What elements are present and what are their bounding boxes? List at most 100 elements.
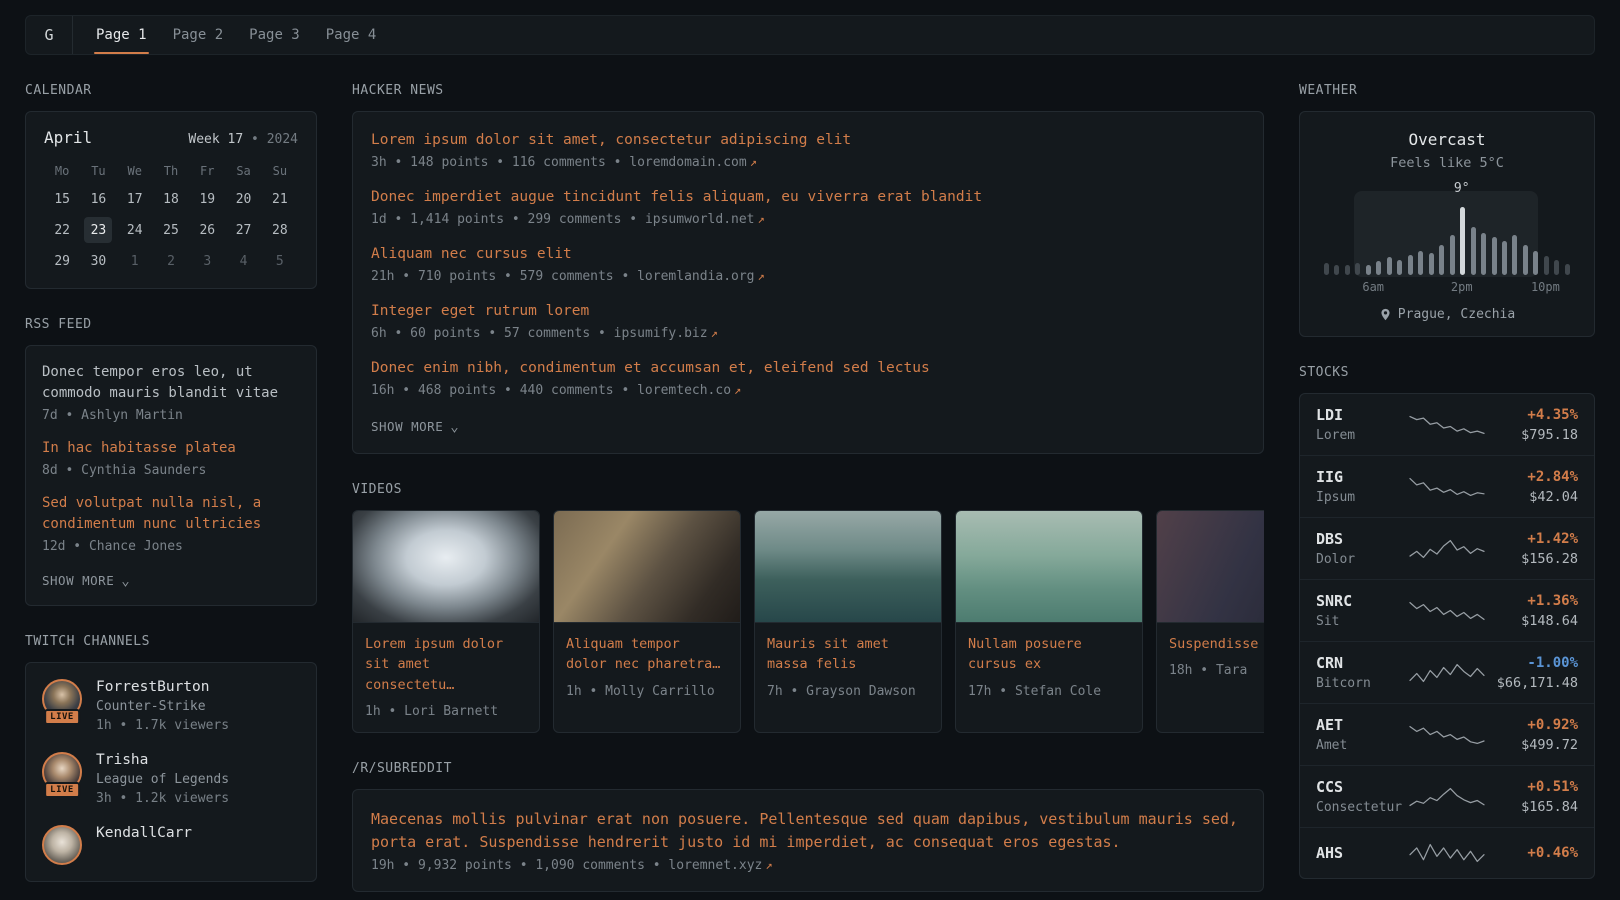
weather-bar bbox=[1502, 241, 1507, 275]
calendar-day[interactable]: 26 bbox=[193, 217, 221, 243]
calendar-separator: • bbox=[251, 132, 259, 147]
calendar-day[interactable]: 29 bbox=[48, 248, 76, 274]
hn-show-more-button[interactable]: SHOW MORE⌄ bbox=[371, 419, 459, 434]
weather-bar bbox=[1565, 264, 1570, 275]
dashboard-page: G Page 1 Page 2 Page 3 Page 4 CALENDAR A… bbox=[0, 0, 1620, 900]
calendar-day[interactable]: 15 bbox=[48, 186, 76, 212]
hn-item-source-link[interactable]: loremlandia.org bbox=[637, 269, 754, 284]
hn-item-title[interactable]: Donec imperdiet augue tincidunt felis al… bbox=[371, 187, 1245, 208]
stock-row[interactable]: AHS +0.46% bbox=[1300, 827, 1594, 878]
rss-item-title[interactable]: Donec tempor eros leo, ut commodo mauris… bbox=[42, 362, 300, 404]
video-card[interactable]: Mauris sit amet massa felis 7h • Grayson… bbox=[754, 510, 942, 733]
channel-name[interactable]: KendallCarr bbox=[96, 825, 192, 841]
page-tabs: Page 1 Page 2 Page 3 Page 4 bbox=[83, 16, 389, 54]
channel-name[interactable]: ForrestBurton bbox=[96, 679, 210, 695]
weather-time-axis: 6am 2pm 10pm bbox=[1324, 280, 1570, 296]
stock-symbol: AET bbox=[1316, 716, 1402, 734]
hn-item-title[interactable]: Integer eget rutrum lorem bbox=[371, 301, 1245, 322]
calendar-day[interactable]: 27 bbox=[230, 217, 258, 243]
chevron-down-icon: ⌄ bbox=[121, 578, 130, 584]
twitch-widget: TWITCH CHANNELS LIVE ForrestBurton Count… bbox=[25, 634, 317, 882]
calendar-day[interactable]: 2 bbox=[157, 248, 185, 274]
weather-bar bbox=[1460, 207, 1465, 275]
calendar-day[interactable]: 25 bbox=[157, 217, 185, 243]
video-card[interactable]: Nullam posuere cursus ex 17h • Stefan Co… bbox=[955, 510, 1143, 733]
calendar-widget: CALENDAR April Week 17 • 2024 MoTuWeThFr… bbox=[25, 83, 317, 289]
calendar-week: Week 17 bbox=[188, 132, 243, 147]
stock-name: Amet bbox=[1316, 738, 1402, 753]
calendar-day[interactable]: 18 bbox=[157, 186, 185, 212]
video-title[interactable]: Lorem ipsum dolor sit amet consectetu… bbox=[365, 636, 503, 693]
hn-item-source-link[interactable]: loremdomain.com bbox=[629, 155, 746, 170]
calendar-day[interactable]: 1 bbox=[121, 248, 149, 274]
channel-game: Counter-Strike bbox=[96, 699, 229, 714]
video-title[interactable]: Suspendisse diam bbox=[1169, 636, 1264, 652]
calendar-day[interactable]: 3 bbox=[193, 248, 221, 274]
stock-row[interactable]: CRN Bitcorn -1.00% $66,171.48 bbox=[1300, 641, 1594, 703]
hn-item-source-link[interactable]: ipsumworld.net bbox=[645, 212, 755, 227]
calendar-day[interactable]: 24 bbox=[121, 217, 149, 243]
calendar-day[interactable]: 30 bbox=[84, 248, 112, 274]
video-title[interactable]: Nullam posuere cursus ex bbox=[968, 636, 1082, 672]
hn-item-title[interactable]: Aliquam nec cursus elit bbox=[371, 244, 1245, 265]
top-navigation-bar: G Page 1 Page 2 Page 3 Page 4 bbox=[25, 15, 1595, 55]
stock-row[interactable]: CCS Consectetur +0.51% $165.84 bbox=[1300, 765, 1594, 827]
stock-change: +4.35% bbox=[1492, 407, 1578, 423]
tab-page-2[interactable]: Page 2 bbox=[160, 16, 237, 54]
subreddit-source-link[interactable]: loremnet.xyz bbox=[668, 858, 762, 873]
rss-item-title[interactable]: In hac habitasse platea bbox=[42, 438, 300, 459]
subreddit-widget: /R/SUBREDDIT Maecenas mollis pulvinar er… bbox=[352, 761, 1264, 893]
calendar-day[interactable]: 16 bbox=[84, 186, 112, 212]
stock-row[interactable]: SNRC Sit +1.36% $148.64 bbox=[1300, 579, 1594, 641]
calendar-day-header: Sa bbox=[230, 160, 258, 181]
calendar-day[interactable]: 21 bbox=[266, 186, 294, 212]
twitch-channel[interactable]: KendallCarr bbox=[42, 825, 300, 865]
hn-item-source-link[interactable]: ipsumify.biz bbox=[614, 326, 708, 341]
calendar-day[interactable]: 4 bbox=[230, 248, 258, 274]
stock-values: +2.84% $42.04 bbox=[1492, 469, 1578, 505]
widget-title-stocks: STOCKS bbox=[1299, 365, 1595, 380]
stock-symbol: AHS bbox=[1316, 844, 1402, 862]
tab-page-3[interactable]: Page 3 bbox=[236, 16, 313, 54]
time-label: 2pm bbox=[1451, 280, 1473, 294]
calendar-day[interactable]: 23 bbox=[84, 217, 112, 243]
video-card[interactable]: Lorem ipsum dolor sit amet consectetu… 1… bbox=[352, 510, 540, 733]
stock-row[interactable]: IIG Ipsum +2.84% $42.04 bbox=[1300, 455, 1594, 517]
stock-identity: LDI Lorem bbox=[1316, 406, 1402, 443]
hn-item-title[interactable]: Donec enim nibh, condimentum et accumsan… bbox=[371, 358, 1245, 379]
calendar-day-header: We bbox=[121, 160, 149, 181]
calendar-day[interactable]: 5 bbox=[266, 248, 294, 274]
video-title[interactable]: Mauris sit amet massa felis bbox=[767, 636, 889, 672]
weather-bar bbox=[1334, 265, 1339, 275]
calendar-day[interactable]: 19 bbox=[193, 186, 221, 212]
stocks-card: LDI Lorem +4.35% $795.18 IIG Ipsum bbox=[1299, 393, 1595, 879]
hn-item-source-link[interactable]: loremtech.co bbox=[637, 383, 731, 398]
stock-row[interactable]: DBS Dolor +1.42% $156.28 bbox=[1300, 517, 1594, 579]
widget-title-videos: VIDEOS bbox=[352, 482, 1264, 497]
tab-page-4[interactable]: Page 4 bbox=[313, 16, 390, 54]
twitch-channel[interactable]: LIVE Trisha League of Legends 3h • 1.2k … bbox=[42, 752, 300, 806]
video-card[interactable]: Suspendisse diam 18h • Tara bbox=[1156, 510, 1264, 733]
twitch-channel[interactable]: LIVE ForrestBurton Counter-Strike 1h • 1… bbox=[42, 679, 300, 733]
stock-sparkline bbox=[1410, 722, 1484, 748]
calendar-day[interactable]: 17 bbox=[121, 186, 149, 212]
calendar-day[interactable]: 22 bbox=[48, 217, 76, 243]
video-thumbnail bbox=[554, 511, 740, 623]
stock-row[interactable]: LDI Lorem +4.35% $795.18 bbox=[1300, 394, 1594, 455]
calendar-day[interactable]: 20 bbox=[230, 186, 258, 212]
calendar-day[interactable]: 28 bbox=[266, 217, 294, 243]
video-title[interactable]: Aliquam tempor dolor nec pharetra… bbox=[566, 636, 720, 672]
hn-item-title[interactable]: Lorem ipsum dolor sit amet, consectetur … bbox=[371, 130, 1245, 151]
rss-show-more-button[interactable]: SHOW MORE⌄ bbox=[42, 573, 130, 588]
subreddit-post-title[interactable]: Maecenas mollis pulvinar erat non posuer… bbox=[371, 808, 1245, 855]
rss-widget: RSS FEED Donec tempor eros leo, ut commo… bbox=[25, 317, 317, 606]
stock-identity: SNRC Sit bbox=[1316, 592, 1402, 629]
weather-bar bbox=[1512, 235, 1517, 275]
channel-name[interactable]: Trisha bbox=[96, 752, 148, 768]
video-card[interactable]: Aliquam tempor dolor nec pharetra… 1h • … bbox=[553, 510, 741, 733]
rss-item-title[interactable]: Sed volutpat nulla nisl, a condimentum n… bbox=[42, 493, 300, 535]
stock-values: -1.00% $66,171.48 bbox=[1492, 655, 1578, 691]
tab-page-1[interactable]: Page 1 bbox=[83, 16, 160, 54]
stock-row[interactable]: AET Amet +0.92% $499.72 bbox=[1300, 703, 1594, 765]
subreddit-post: Maecenas mollis pulvinar erat non posuer… bbox=[371, 808, 1245, 874]
